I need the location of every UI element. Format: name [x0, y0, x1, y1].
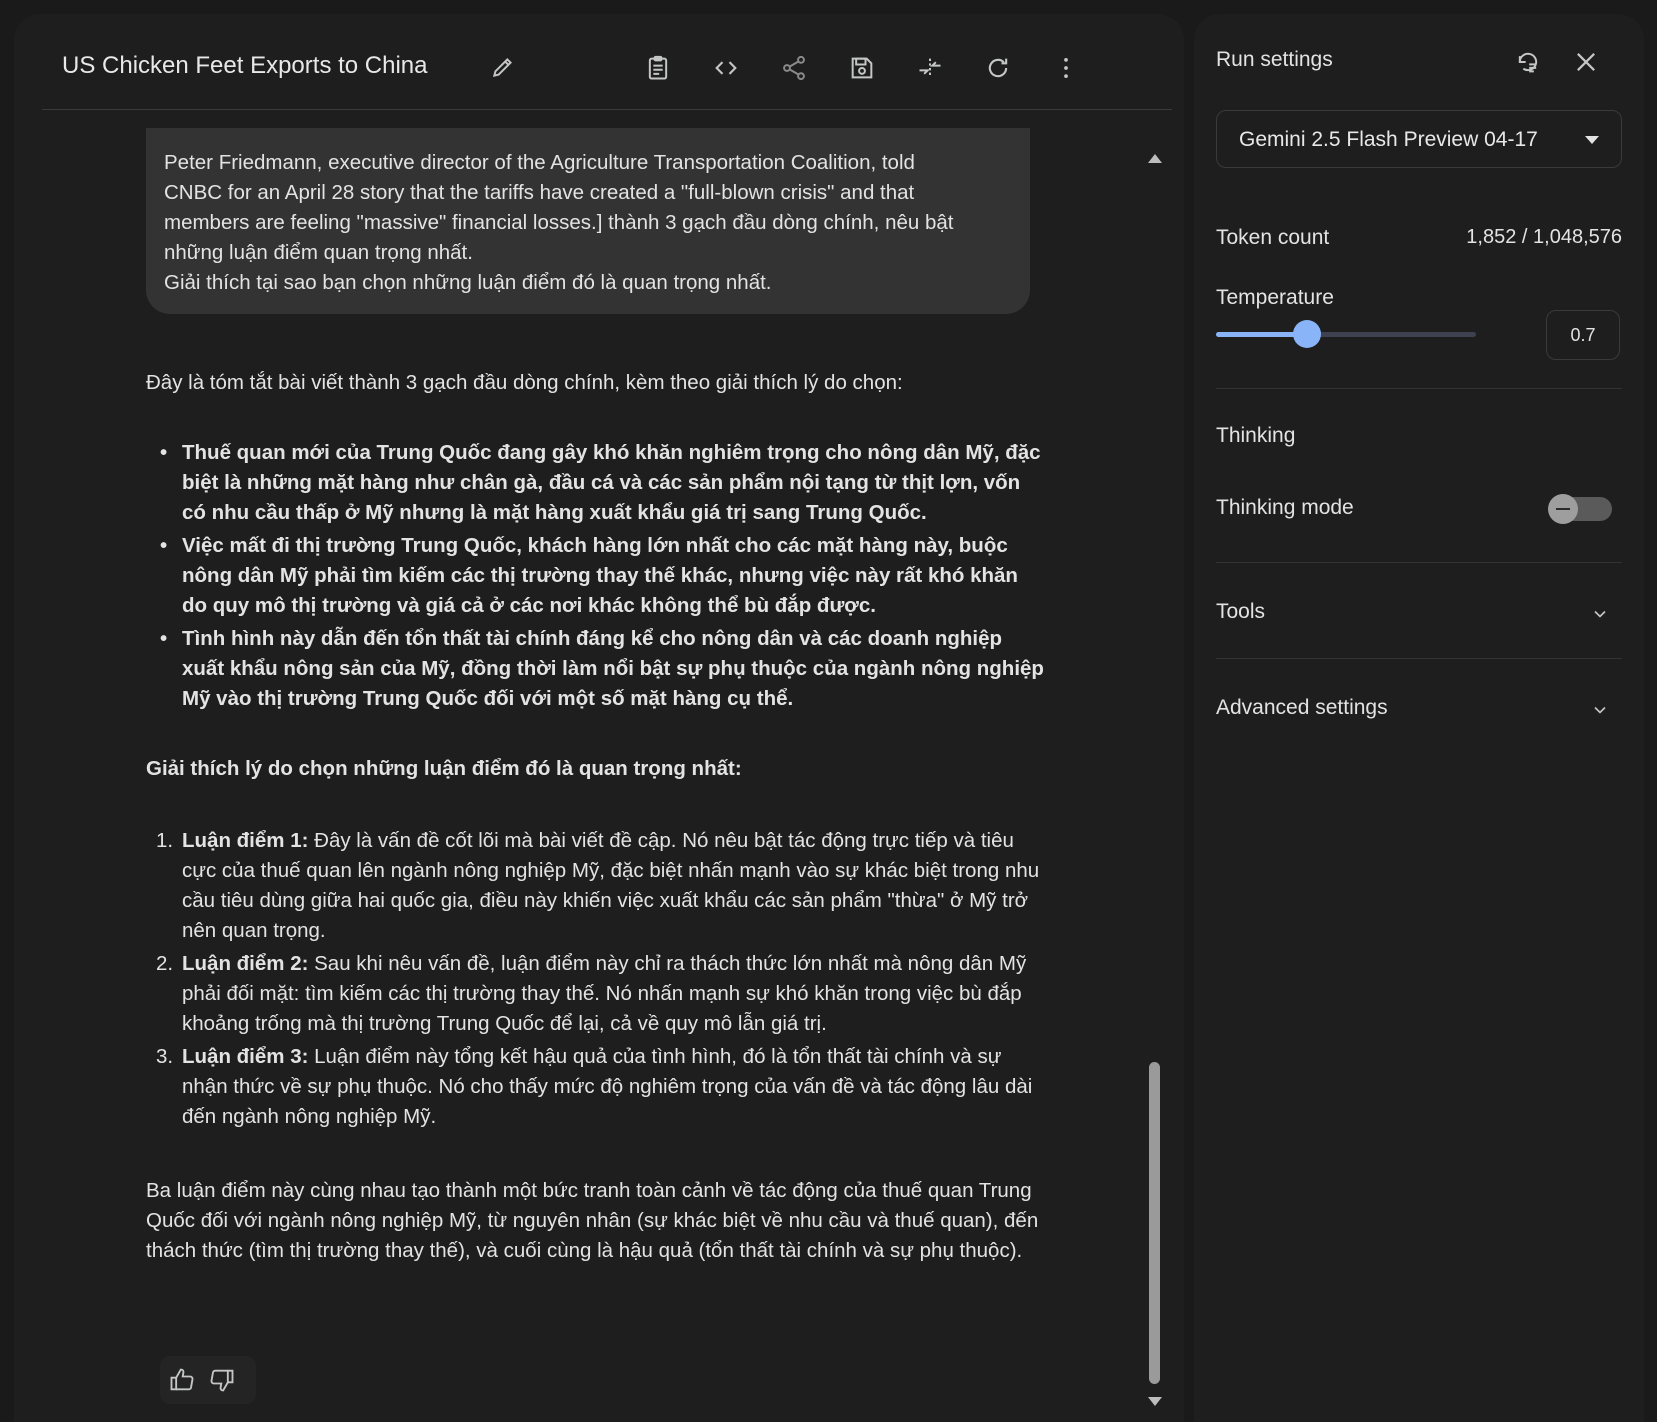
model-response: Đây là tóm tắt bài viết thành 3 gạch đầu… — [146, 368, 1046, 1266]
edit-icon[interactable] — [490, 54, 516, 80]
summary-bullet: Thuế quan mới của Trung Quốc đang gây kh… — [160, 438, 1046, 528]
save-icon[interactable] — [848, 54, 876, 82]
divider — [1216, 658, 1622, 659]
chat-scroll-area[interactable]: Peter Friedmann, executive director of t… — [14, 110, 1184, 1422]
user-message-line: Peter Friedmann, executive director of t… — [164, 151, 915, 174]
item-label: Luận điểm 2: — [182, 952, 309, 975]
item-label: Luận điểm 3: — [182, 1045, 309, 1068]
dropdown-caret-icon — [1585, 136, 1599, 144]
thumb-up-icon[interactable] — [168, 1366, 196, 1394]
divider — [1216, 388, 1622, 389]
summary-bullet: Tình hình này dẫn đến tổn thất tài chính… — [160, 624, 1046, 714]
feedback-bar — [160, 1356, 256, 1404]
scrollbar-thumb[interactable] — [1149, 1062, 1160, 1384]
summary-bullet: Việc mất đi thị trường Trung Quốc, khách… — [160, 531, 1046, 621]
user-message-line: CNBC for an April 28 story that the tari… — [164, 181, 915, 204]
model-select-value: Gemini 2.5 Flash Preview 04-17 — [1239, 128, 1538, 151]
user-message-line: những luận điểm quan trọng nhất. — [164, 241, 473, 264]
run-settings-panel: Run settings Gemini 2.5 Flash Preview 04… — [1194, 14, 1644, 1422]
item-number: 3. — [156, 1045, 174, 1068]
reset-settings-icon[interactable] — [1514, 48, 1542, 76]
advanced-settings-toggle[interactable]: Advanced settings — [1216, 696, 1388, 720]
explanation-list: 1. Luận điểm 1: Đây là vấn đề cốt lõi mà … — [156, 826, 1046, 1132]
explanation-item: 3. Luận điểm 3: Luận điểm này tổng kết hậ… — [156, 1042, 1046, 1132]
item-text: Luận điểm này tổng kết hậu quả của tình … — [182, 1045, 1033, 1128]
refresh-icon[interactable] — [984, 54, 1012, 82]
response-conclusion: Ba luận điểm này cùng nhau tạo thành một… — [146, 1179, 1039, 1262]
tools-section-toggle[interactable]: Tools — [1216, 600, 1265, 624]
chat-panel: US Chicken Feet Exports to China Peter F… — [14, 14, 1184, 1422]
response-intro: Đây là tóm tắt bài viết thành 3 gạch đầu… — [146, 371, 903, 394]
scroll-down-arrow[interactable] — [1148, 1397, 1162, 1406]
divider — [1216, 562, 1622, 563]
thinking-mode-toggle[interactable] — [1548, 494, 1612, 524]
token-count-value: 1,852 / 1,048,576 — [1466, 226, 1622, 248]
item-number: 1. — [156, 829, 174, 852]
code-icon[interactable] — [712, 54, 740, 82]
item-text: Đây là vấn đề cốt lõi mà bài viết đề cập… — [182, 829, 1040, 942]
item-label: Luận điểm 1: — [182, 829, 309, 852]
toggle-knob — [1548, 494, 1578, 524]
response-subheading: Giải thích lý do chọn những luận điểm đó… — [146, 757, 742, 780]
prompt-doc-icon[interactable] — [644, 54, 672, 82]
share-icon[interactable] — [780, 54, 808, 82]
summary-bullets: Thuế quan mới của Trung Quốc đang gây kh… — [160, 438, 1046, 714]
chevron-down-icon[interactable] — [1590, 700, 1610, 720]
item-text: Sau khi nêu vấn đề, luận điểm này chỉ ra… — [182, 952, 1027, 1035]
scroll-up-arrow[interactable] — [1148, 154, 1162, 163]
thinking-heading: Thinking — [1216, 424, 1296, 447]
run-settings-title: Run settings — [1216, 48, 1333, 71]
explanation-item: 2. Luận điểm 2: Sau khi nêu vấn đề, luận … — [156, 949, 1046, 1039]
user-message-line: Giải thích tại sao bạn chọn những luận đ… — [164, 271, 772, 294]
page-title: US Chicken Feet Exports to China — [62, 52, 428, 79]
thumb-down-icon[interactable] — [208, 1366, 236, 1394]
token-count-label: Token count — [1216, 226, 1330, 249]
more-vert-icon[interactable] — [1052, 54, 1080, 82]
model-select[interactable]: Gemini 2.5 Flash Preview 04-17 — [1216, 110, 1622, 168]
temperature-label: Temperature — [1216, 286, 1334, 309]
compare-icon[interactable] — [916, 54, 944, 82]
item-number: 2. — [156, 952, 174, 975]
close-icon[interactable] — [1572, 48, 1600, 76]
explanation-item: 1. Luận điểm 1: Đây là vấn đề cốt lõi mà … — [156, 826, 1046, 946]
temperature-input[interactable]: 0.7 — [1546, 310, 1620, 360]
thinking-mode-label: Thinking mode — [1216, 496, 1354, 519]
temperature-slider[interactable] — [1216, 320, 1476, 348]
user-message: Peter Friedmann, executive director of t… — [146, 128, 1030, 314]
chevron-down-icon[interactable] — [1590, 604, 1610, 624]
chat-header: US Chicken Feet Exports to China — [42, 14, 1172, 110]
user-message-line: members are feeling "massive" financial … — [164, 211, 954, 234]
temperature-slider-thumb[interactable] — [1293, 320, 1321, 348]
